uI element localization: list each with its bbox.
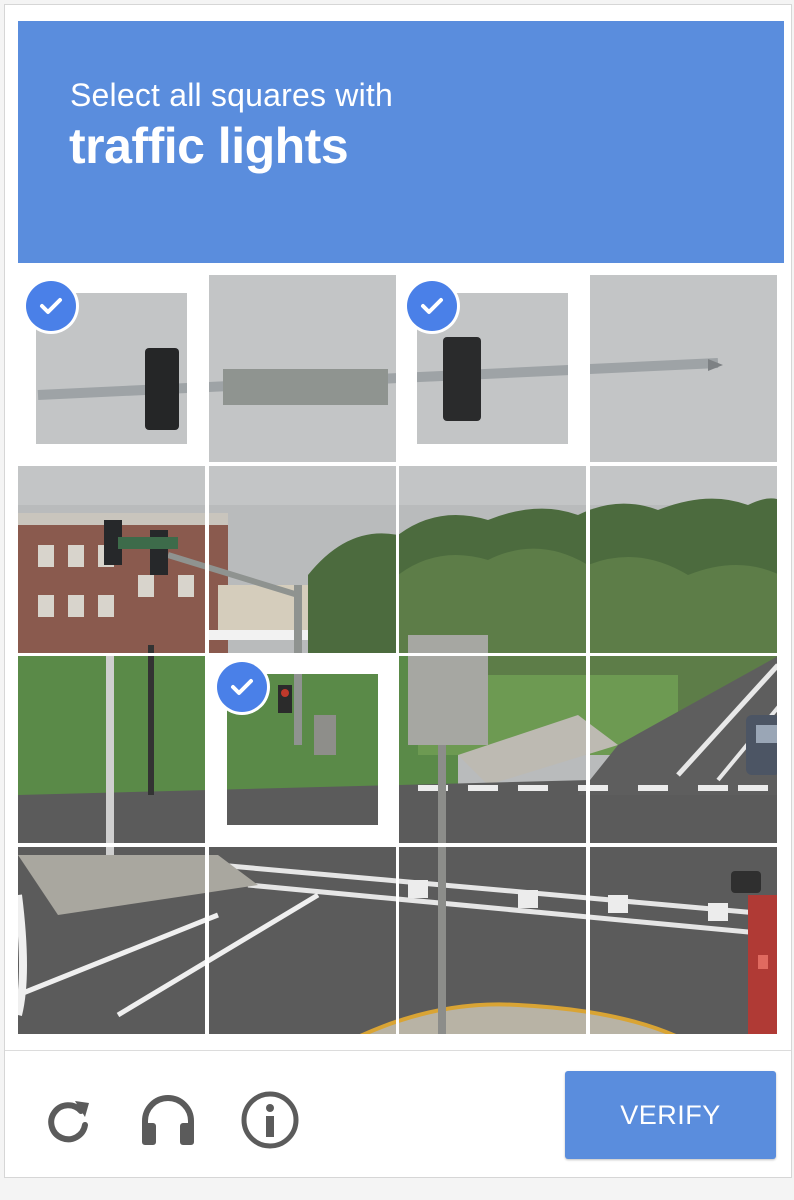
footer-divider [5, 1050, 791, 1051]
verify-button[interactable]: VERIFY [565, 1071, 776, 1159]
challenge-target: traffic lights [69, 118, 349, 174]
checkmark-icon [26, 281, 76, 331]
info-icon[interactable] [239, 1089, 301, 1151]
grid-tile[interactable] [399, 847, 586, 1034]
tile-image [209, 466, 396, 653]
grid-tile[interactable] [399, 656, 586, 843]
grid-tile[interactable] [399, 275, 586, 462]
challenge-instruction: Select all squares with [70, 77, 393, 113]
captcha-widget: Select all squares with traffic lights V… [4, 4, 792, 1178]
reload-icon[interactable] [37, 1089, 99, 1151]
grid-tile[interactable] [590, 275, 777, 462]
grid-tile[interactable] [590, 466, 777, 653]
tile-image [590, 275, 777, 462]
tile-image [18, 847, 205, 1034]
grid-tile[interactable] [590, 847, 777, 1034]
headphones-icon[interactable] [137, 1089, 199, 1151]
tile-image [590, 466, 777, 653]
grid-tile[interactable] [209, 847, 396, 1034]
image-grid [18, 275, 780, 1037]
grid-tile[interactable] [590, 656, 777, 843]
tile-image [399, 847, 586, 1034]
grid-tile[interactable] [18, 847, 205, 1034]
checkmark-icon [217, 662, 267, 712]
grid-tile[interactable] [209, 275, 396, 462]
tile-image [590, 847, 777, 1034]
challenge-header: Select all squares with traffic lights [18, 21, 784, 263]
grid-tile[interactable] [209, 466, 396, 653]
grid-tile[interactable] [18, 656, 205, 843]
tile-image [399, 656, 586, 843]
tile-image [209, 275, 396, 462]
grid-tile[interactable] [18, 275, 205, 462]
grid-tile[interactable] [18, 466, 205, 653]
grid-tile[interactable] [209, 656, 396, 843]
tile-image [18, 466, 205, 653]
grid-tile[interactable] [399, 466, 586, 653]
tile-image [209, 847, 396, 1034]
tile-image [399, 466, 586, 653]
tile-image [590, 656, 777, 843]
checkmark-icon [407, 281, 457, 331]
tile-image [18, 656, 205, 843]
